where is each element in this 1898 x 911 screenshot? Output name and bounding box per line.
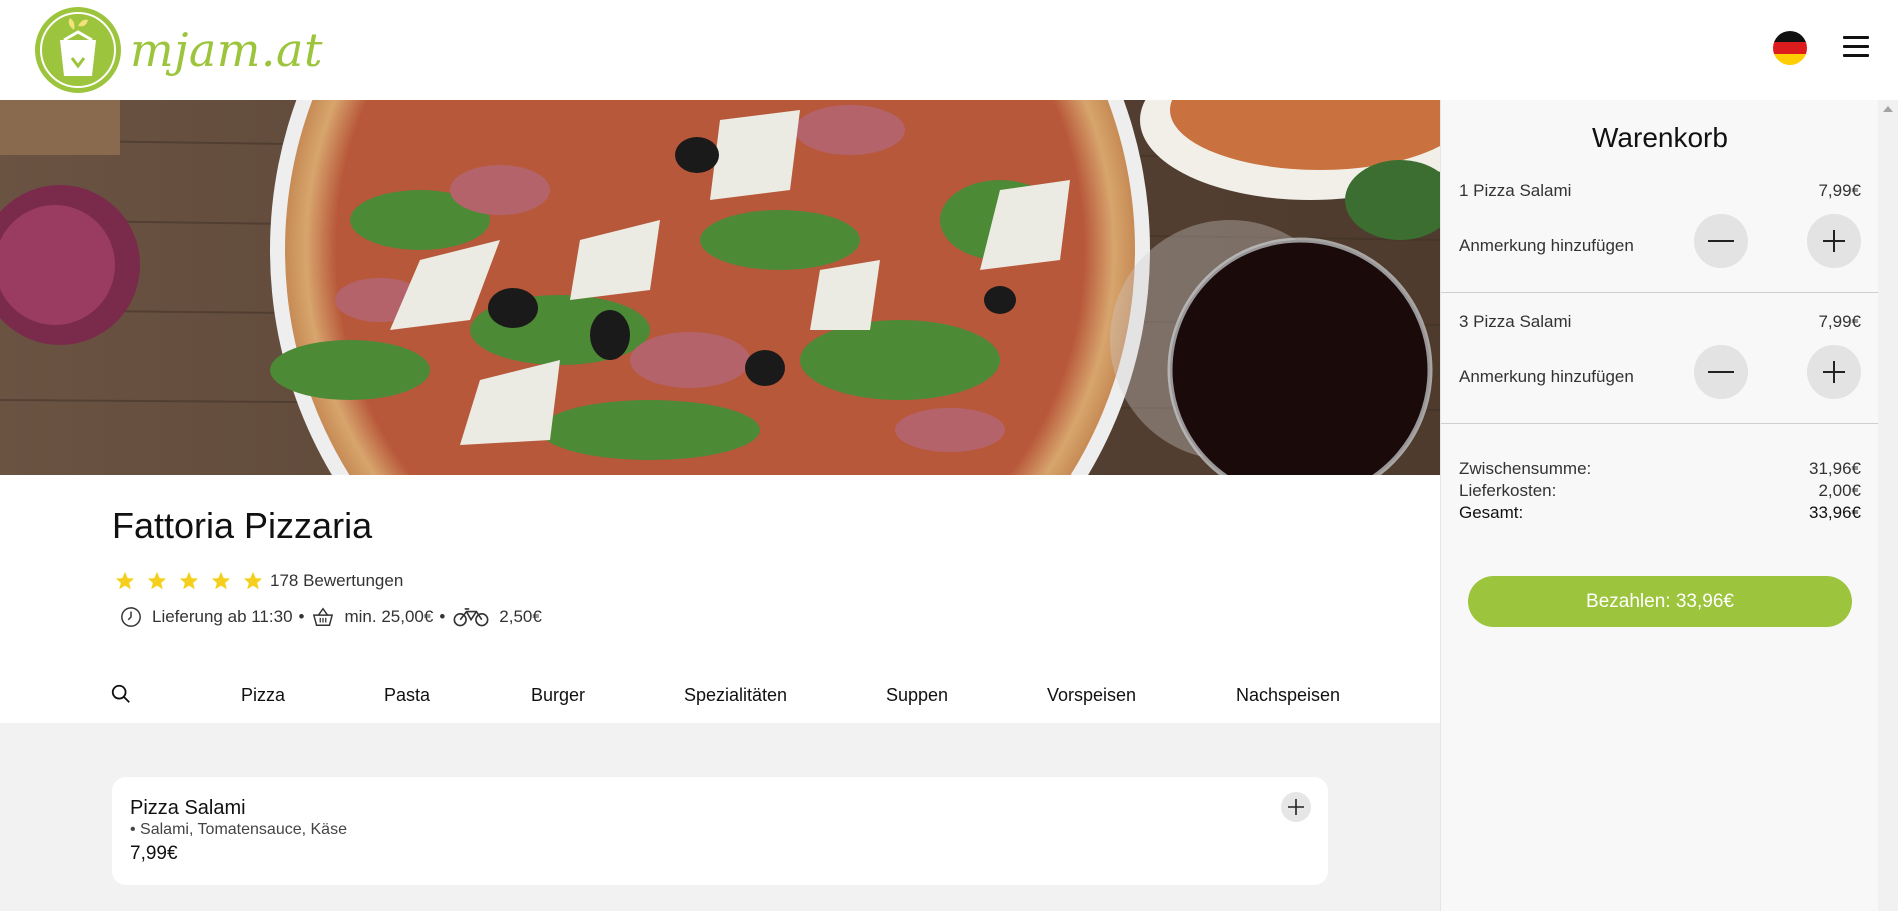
add-note-link[interactable]: Anmerkung hinzufügen xyxy=(1459,236,1634,256)
plus-icon[interactable] xyxy=(1807,345,1861,399)
delivery-time: Lieferung ab 11:30 xyxy=(152,607,293,626)
star-icon xyxy=(211,571,231,590)
delivery-info: Lieferung ab 11:30 • min. 25,00€ • 2,50€ xyxy=(120,606,542,628)
category-pizza[interactable]: Pizza xyxy=(241,685,285,706)
category-suppen[interactable]: Suppen xyxy=(886,685,948,706)
bicycle-icon xyxy=(453,608,489,627)
hamburger-menu-icon[interactable] xyxy=(1843,36,1869,58)
min-order: min. 25,00€ xyxy=(344,607,434,626)
cart-item: 1 Pizza Salami 7,99€ Anmerkung hinzufüge… xyxy=(1441,161,1879,293)
menu-item-card[interactable]: Pizza Salami • Salami, Tomatensauce, Käs… xyxy=(112,777,1328,885)
delivery-cost-label: Lieferkosten: xyxy=(1459,481,1557,500)
category-spezialitaeten[interactable]: Spezialitäten xyxy=(684,685,787,706)
category-pasta[interactable]: Pasta xyxy=(384,685,430,706)
total-label: Gesamt: xyxy=(1459,503,1524,522)
category-nav: Pizza Pasta Burger Spezialitäten Suppen … xyxy=(0,673,1440,723)
restaurant-name: Fattoria Pizzaria xyxy=(112,505,373,546)
cart-title: Warenkorb xyxy=(1592,122,1728,153)
star-icon xyxy=(179,571,199,590)
restaurant-hero-image xyxy=(0,100,1440,475)
menu-item-description: • Salami, Tomatensauce, Käse xyxy=(130,821,347,838)
subtotal-label: Zwischensumme: xyxy=(1459,459,1592,478)
cart-item: 3 Pizza Salami 7,99€ Anmerkung hinzufüge… xyxy=(1441,292,1879,424)
separator: • xyxy=(439,607,446,626)
star-icon xyxy=(147,571,167,590)
review-count: 178 Bewertungen xyxy=(270,571,404,590)
germany-flag-icon[interactable] xyxy=(1773,31,1807,65)
star-icon xyxy=(243,571,263,590)
brand-logo[interactable]: mjam.at xyxy=(34,6,323,94)
rating: 178 Bewertungen xyxy=(114,570,403,592)
minus-icon[interactable] xyxy=(1694,214,1748,268)
cart-item-price: 7,99€ xyxy=(1818,181,1861,200)
menu-list: Pizza Salami • Salami, Tomatensauce, Käs… xyxy=(0,723,1440,911)
delivery-cost-row: Lieferkosten: 2,00€ xyxy=(1459,481,1861,501)
cart-sidebar: Warenkorb 1 Pizza Salami 7,99€ Anmerkung… xyxy=(1440,100,1879,911)
separator: • xyxy=(298,607,305,626)
delivery-fee: 2,50€ xyxy=(499,607,542,626)
add-note-link[interactable]: Anmerkung hinzufügen xyxy=(1459,367,1634,387)
mjam-logo-icon xyxy=(35,7,121,93)
total-row: Gesamt: 33,96€ xyxy=(1459,503,1861,523)
subtotal-row: Zwischensumme: 31,96€ xyxy=(1459,459,1861,479)
cart-item-name: 3 Pizza Salami xyxy=(1459,312,1572,331)
category-nachspeisen[interactable]: Nachspeisen xyxy=(1236,685,1340,706)
search-icon[interactable] xyxy=(110,683,132,705)
category-burger[interactable]: Burger xyxy=(531,685,585,706)
menu-item-name: Pizza Salami xyxy=(130,797,246,819)
delivery-cost-value: 2,00€ xyxy=(1818,481,1861,500)
menu-item-price: 7,99€ xyxy=(130,843,178,864)
category-vorspeisen[interactable]: Vorspeisen xyxy=(1047,685,1136,706)
add-to-cart-icon[interactable] xyxy=(1281,792,1311,822)
scroll-up-arrow-icon[interactable] xyxy=(1883,106,1893,112)
header: mjam.at xyxy=(0,0,1898,100)
cart-item-price: 7,99€ xyxy=(1818,312,1861,331)
cart-item-name: 1 Pizza Salami xyxy=(1459,181,1572,200)
star-icon xyxy=(115,571,135,590)
pizza-photo xyxy=(0,100,1440,475)
subtotal-value: 31,96€ xyxy=(1809,459,1861,478)
pay-button[interactable]: Bezahlen: 33,96€ xyxy=(1468,576,1852,627)
restaurant-info: Fattoria Pizzaria 178 Bewertungen Liefer… xyxy=(0,475,1440,723)
brand-name: mjam.at xyxy=(130,23,323,77)
basket-icon xyxy=(313,607,334,626)
minus-icon[interactable] xyxy=(1694,345,1748,399)
clock-icon xyxy=(121,607,141,627)
scrollbar[interactable] xyxy=(1878,100,1898,911)
plus-icon[interactable] xyxy=(1807,214,1861,268)
total-value: 33,96€ xyxy=(1809,503,1861,522)
